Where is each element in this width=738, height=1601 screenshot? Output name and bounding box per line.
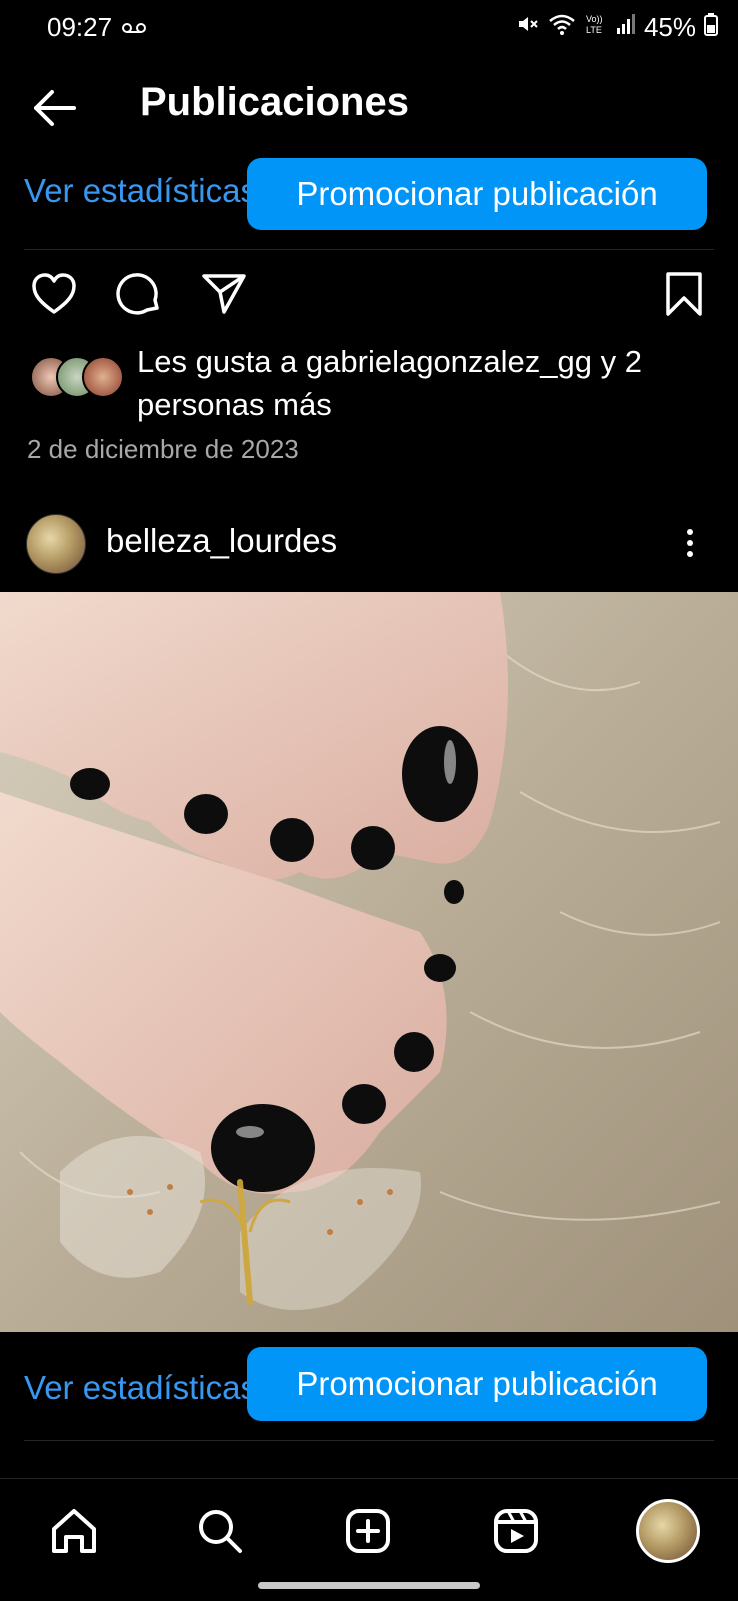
send-icon [202, 274, 246, 314]
comment-button[interactable] [115, 270, 163, 318]
post-image[interactable] [0, 592, 738, 1332]
heart-icon [32, 273, 76, 314]
page-title: Publicaciones [140, 80, 409, 124]
divider [24, 249, 714, 250]
nav-create[interactable] [340, 1503, 396, 1559]
mute-icon [516, 12, 540, 43]
avatar[interactable] [26, 514, 86, 574]
nav-home[interactable] [46, 1503, 102, 1559]
more-vertical-icon [680, 529, 700, 557]
nav-profile-avatar[interactable] [636, 1499, 700, 1563]
home-icon [52, 1509, 96, 1553]
save-button[interactable] [660, 270, 708, 318]
nav-search[interactable] [192, 1503, 248, 1559]
home-indicator[interactable] [258, 1582, 480, 1589]
more-options-button[interactable] [680, 524, 700, 564]
like-button[interactable] [30, 270, 78, 318]
pedicure-photo [0, 592, 738, 1332]
post-date: 2 de diciembre de 2023 [27, 434, 299, 464]
promote-post-button[interactable]: Promocionar publicación [247, 158, 707, 230]
nav-reels[interactable] [488, 1503, 544, 1559]
wifi-icon [548, 12, 576, 43]
bookmark-icon [666, 272, 702, 316]
view-insights-link[interactable]: Ver estadísticas [24, 172, 257, 210]
create-icon [346, 1509, 390, 1553]
signal-icon [616, 12, 636, 43]
svg-text:Vo)): Vo)) [586, 14, 603, 24]
view-insights-link[interactable]: Ver estadísticas [24, 1369, 257, 1407]
status-bar: 09:27 Vo)) LTE 45% [0, 0, 738, 56]
promote-post-button[interactable]: Promocionar publicación [247, 1347, 707, 1421]
status-icons: Vo)) LTE 45% [516, 12, 718, 43]
voicemail-icon [122, 21, 146, 39]
search-icon [199, 1510, 242, 1553]
arrow-left-icon [34, 90, 76, 126]
back-button[interactable] [30, 84, 78, 132]
svg-text:LTE: LTE [586, 25, 602, 35]
reels-icon [494, 1509, 538, 1553]
comment-icon [116, 273, 159, 315]
battery-icon [704, 12, 718, 43]
battery-percent: 45% [643, 12, 696, 42]
liker-avatars[interactable] [30, 356, 124, 398]
avatar [82, 356, 124, 398]
divider [24, 1440, 714, 1441]
likes-summary[interactable]: Les gusta a gabrielagonzalez_gg y 2 pers… [137, 340, 727, 426]
status-time: 09:27 [47, 12, 113, 42]
post-username[interactable]: belleza_lourdes [106, 522, 337, 560]
volte-icon: Vo)) LTE [584, 12, 608, 43]
share-button[interactable] [200, 270, 248, 318]
